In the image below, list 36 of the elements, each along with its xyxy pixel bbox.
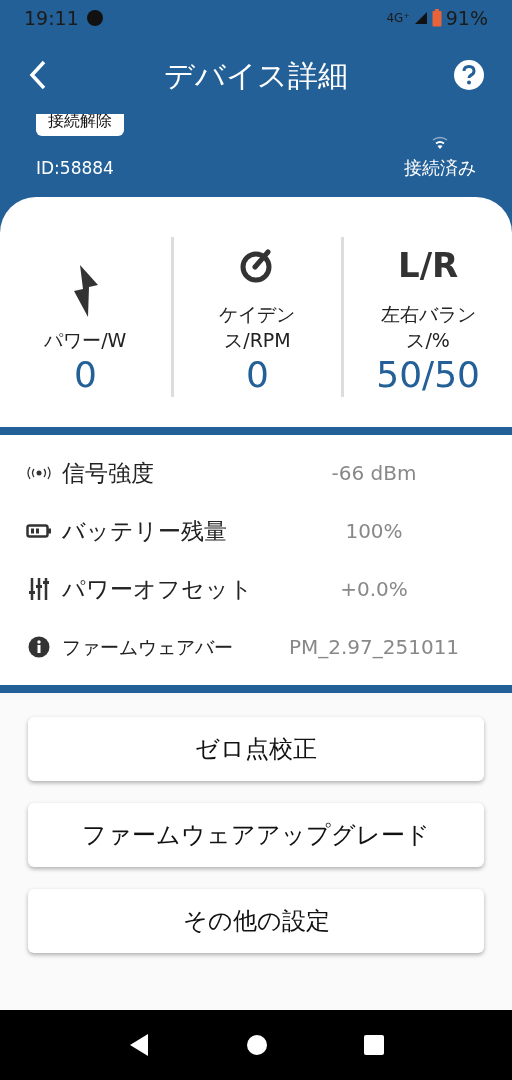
info-value: PM_2.97_251011: [287, 634, 461, 661]
page-title: デバイス詳細: [163, 56, 349, 95]
signal-icon: [413, 11, 428, 25]
status-time: 19:11: [24, 5, 79, 31]
metric-label: ケイデンス/RPM: [218, 302, 297, 353]
info-value: 100%: [344, 518, 404, 545]
action-button[interactable]: ファームウェアアップグレード: [28, 803, 484, 867]
device-id: ID:58884: [36, 156, 114, 180]
balance-label: L/R: [398, 248, 459, 282]
info-label: バッテリー残量: [61, 516, 228, 546]
info-value: -66 dBm: [330, 460, 418, 487]
info-label: パワーオフセット: [61, 574, 254, 604]
metric-value: 50/50: [376, 353, 481, 397]
help-button[interactable]: [454, 60, 484, 90]
back-nav-icon[interactable]: [128, 1033, 150, 1057]
info-label: ファームウェアバー: [61, 634, 234, 660]
question-mark-icon: [462, 65, 476, 85]
sliders-icon: [28, 577, 50, 601]
action-button[interactable]: ゼロ点校正: [28, 717, 484, 781]
home-nav-icon[interactable]: [246, 1034, 268, 1056]
metric-label: パワー/W: [43, 328, 128, 353]
battery-icon: [26, 523, 52, 539]
connection-status: 接続済み: [404, 156, 476, 180]
chevron-left-icon: [28, 59, 48, 91]
metric-value: 0: [73, 353, 97, 397]
signal-icon: [25, 466, 53, 480]
info-value: +0.0%: [339, 576, 409, 603]
action-button[interactable]: その他の設定: [28, 889, 484, 953]
info-icon: [28, 636, 50, 658]
network-type: 4G⁺: [386, 10, 410, 27]
metric-value: 0: [246, 353, 269, 397]
battery-percent: 91%: [445, 5, 488, 31]
wifi-icon: [432, 136, 448, 150]
info-label: 信号強度: [61, 458, 155, 488]
battery-icon: [431, 9, 442, 27]
metric-label: 左右バランス/%: [379, 302, 477, 353]
